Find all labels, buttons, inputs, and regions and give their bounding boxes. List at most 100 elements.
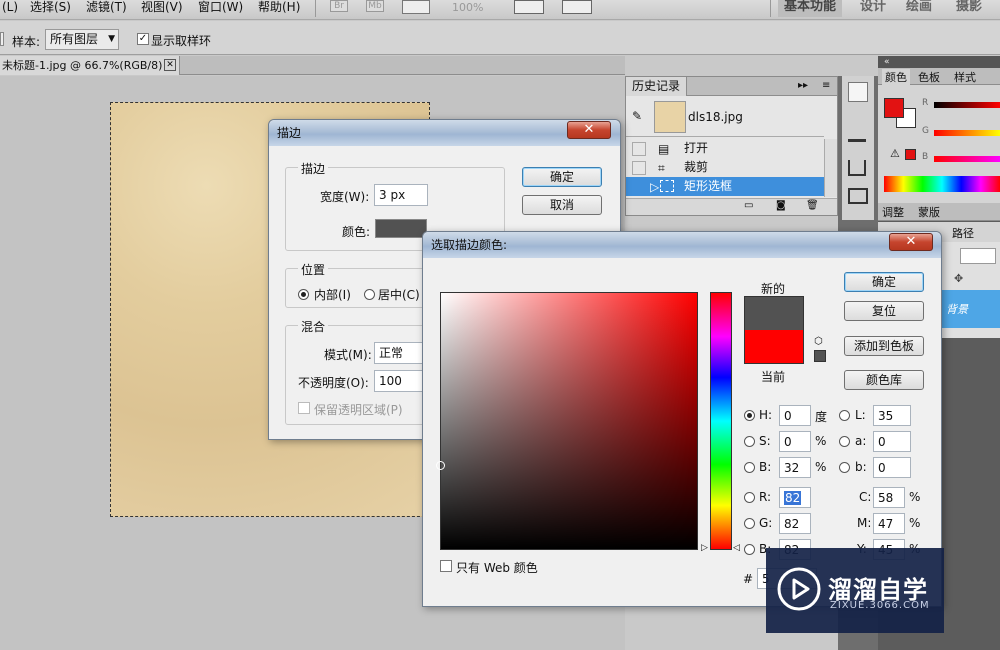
hue-slider-right-arrow[interactable]: ◁: [733, 543, 740, 553]
clone-source-icon[interactable]: [848, 160, 866, 176]
sample-select[interactable]: 所有图层 ▼: [45, 29, 119, 50]
add-to-swatches-button[interactable]: 添加到色板: [844, 336, 924, 356]
zoom-level[interactable]: 100%: [452, 1, 483, 14]
c-label: C:: [859, 490, 872, 504]
fill-field[interactable]: [960, 248, 996, 264]
stroke-cancel-button[interactable]: 取消: [522, 195, 602, 215]
b-radio[interactable]: [744, 544, 755, 555]
color-field-cursor[interactable]: [436, 461, 445, 470]
history-row[interactable]: ⌗ 裁剪: [626, 158, 824, 177]
g-input[interactable]: 82: [779, 513, 811, 534]
workspace-painting[interactable]: 绘画: [906, 0, 932, 17]
stroke-close-button[interactable]: ✕: [567, 121, 611, 139]
history-panel-icon[interactable]: [848, 82, 868, 102]
hue-slider[interactable]: [710, 292, 732, 550]
menu-item-help[interactable]: 帮助(H): [258, 0, 300, 14]
gamut-swatch[interactable]: [905, 149, 916, 160]
warning-icon[interactable]: ⚠: [890, 147, 900, 160]
s-radio[interactable]: [744, 436, 755, 447]
r-input[interactable]: 82: [779, 487, 811, 508]
history-row-selected[interactable]: ▷ 矩形选框: [626, 177, 824, 196]
web-safe-swatch[interactable]: [814, 350, 826, 362]
collapse-icon[interactable]: «: [878, 56, 1000, 68]
web-only-checkbox[interactable]: [440, 560, 452, 572]
menu-item-window[interactable]: 窗口(W): [198, 0, 243, 14]
c-input[interactable]: 58: [873, 487, 905, 508]
center-radio[interactable]: [364, 289, 375, 300]
channel-g-slider[interactable]: [934, 130, 1000, 136]
color-compare-box: [744, 296, 804, 364]
panel-collapse-icon[interactable]: ▸▸: [798, 80, 808, 91]
brightness-radio[interactable]: [744, 462, 755, 473]
channel-b-slider[interactable]: [934, 156, 1000, 162]
lab-b-radio[interactable]: [839, 462, 850, 473]
history-state-box[interactable]: [632, 142, 646, 156]
tab-adjustments[interactable]: 调整: [882, 204, 904, 220]
r-radio[interactable]: [744, 492, 755, 503]
a-radio[interactable]: [839, 436, 850, 447]
h-input[interactable]: 0: [779, 405, 811, 426]
arrange-documents-icon[interactable]: [514, 0, 544, 14]
g-radio[interactable]: [744, 518, 755, 529]
hue-slider-left-arrow[interactable]: ▷: [701, 543, 708, 553]
cube-icon[interactable]: ⬡: [814, 336, 823, 347]
layer-row-background[interactable]: 背景: [940, 290, 1000, 328]
l-radio[interactable]: [839, 410, 850, 421]
new-document-icon[interactable]: ▭: [744, 200, 753, 211]
width-input[interactable]: 3 px: [374, 184, 428, 206]
menu-item-view[interactable]: 视图(V): [141, 0, 183, 14]
color-field[interactable]: [436, 292, 698, 550]
s-input[interactable]: 0: [779, 431, 811, 452]
foreground-color-swatch[interactable]: [884, 98, 904, 118]
picker-reset-button[interactable]: 复位: [844, 301, 924, 321]
preserve-transparency-checkbox[interactable]: [298, 402, 310, 414]
stroke-group-label: 描边: [298, 160, 329, 177]
channel-r-slider[interactable]: [934, 102, 1000, 108]
brush-panel-icon[interactable]: [848, 128, 866, 142]
inside-radio[interactable]: [298, 289, 309, 300]
brightness-input[interactable]: 32: [779, 457, 811, 478]
tab-styles[interactable]: 样式: [954, 69, 976, 85]
history-scrollbar[interactable]: [824, 139, 837, 197]
h-radio[interactable]: [744, 410, 755, 421]
tab-masks[interactable]: 蒙版: [918, 204, 940, 220]
stroke-ok-button[interactable]: 确定: [522, 167, 602, 187]
workspace-photography[interactable]: 摄影: [956, 0, 982, 17]
picker-close-button[interactable]: ✕: [889, 233, 933, 251]
tab-color[interactable]: 颜色: [882, 69, 910, 85]
current-color-swatch[interactable]: [745, 330, 803, 363]
history-snapshot-row[interactable]: ✎ dls18.jpg: [626, 97, 824, 137]
lock-position-icon[interactable]: ✥: [954, 272, 963, 285]
history-brush-icon[interactable]: ✎: [632, 109, 642, 123]
mini-bridge-button[interactable]: Mb: [366, 0, 384, 12]
tool-presets-icon[interactable]: [848, 188, 868, 204]
close-icon[interactable]: ✕: [164, 59, 176, 71]
l-input[interactable]: 35: [873, 405, 911, 426]
tool-preset-icon[interactable]: [0, 32, 4, 46]
screen-mode-icon[interactable]: [562, 0, 592, 14]
picker-ok-button[interactable]: 确定: [844, 272, 924, 292]
history-row[interactable]: ▤ 打开: [626, 139, 824, 158]
bridge-button[interactable]: Br: [330, 0, 348, 12]
menu-item-select[interactable]: 选择(S): [30, 0, 71, 14]
snapshot-camera-icon[interactable]: ◙: [776, 200, 786, 211]
menu-item-layer[interactable]: (L): [2, 0, 18, 14]
document-tab[interactable]: 未标题-1.jpg @ 66.7%(RGB/8) ✕: [0, 56, 180, 75]
tab-history[interactable]: 历史记录: [626, 77, 688, 96]
trash-icon[interactable]: 🗑: [806, 200, 819, 211]
m-input[interactable]: 47: [873, 513, 905, 534]
workspace-essentials[interactable]: 基本功能: [778, 0, 843, 17]
color-ramp[interactable]: [884, 176, 1000, 192]
workspace-design[interactable]: 设计: [860, 0, 886, 17]
show-ring-checkbox[interactable]: ✓: [137, 33, 149, 45]
panel-menu-icon[interactable]: ≡: [822, 80, 830, 91]
view-extras-icon[interactable]: [402, 0, 430, 14]
a-input[interactable]: 0: [873, 431, 911, 452]
stroke-color-swatch[interactable]: [375, 219, 427, 238]
tab-paths[interactable]: 路径: [952, 225, 974, 241]
menu-item-filter[interactable]: 滤镜(T): [86, 0, 127, 14]
lab-b-input[interactable]: 0: [873, 457, 911, 478]
history-state-box[interactable]: [632, 161, 646, 175]
tab-swatches[interactable]: 色板: [918, 69, 940, 85]
color-libraries-button[interactable]: 颜色库: [844, 370, 924, 390]
